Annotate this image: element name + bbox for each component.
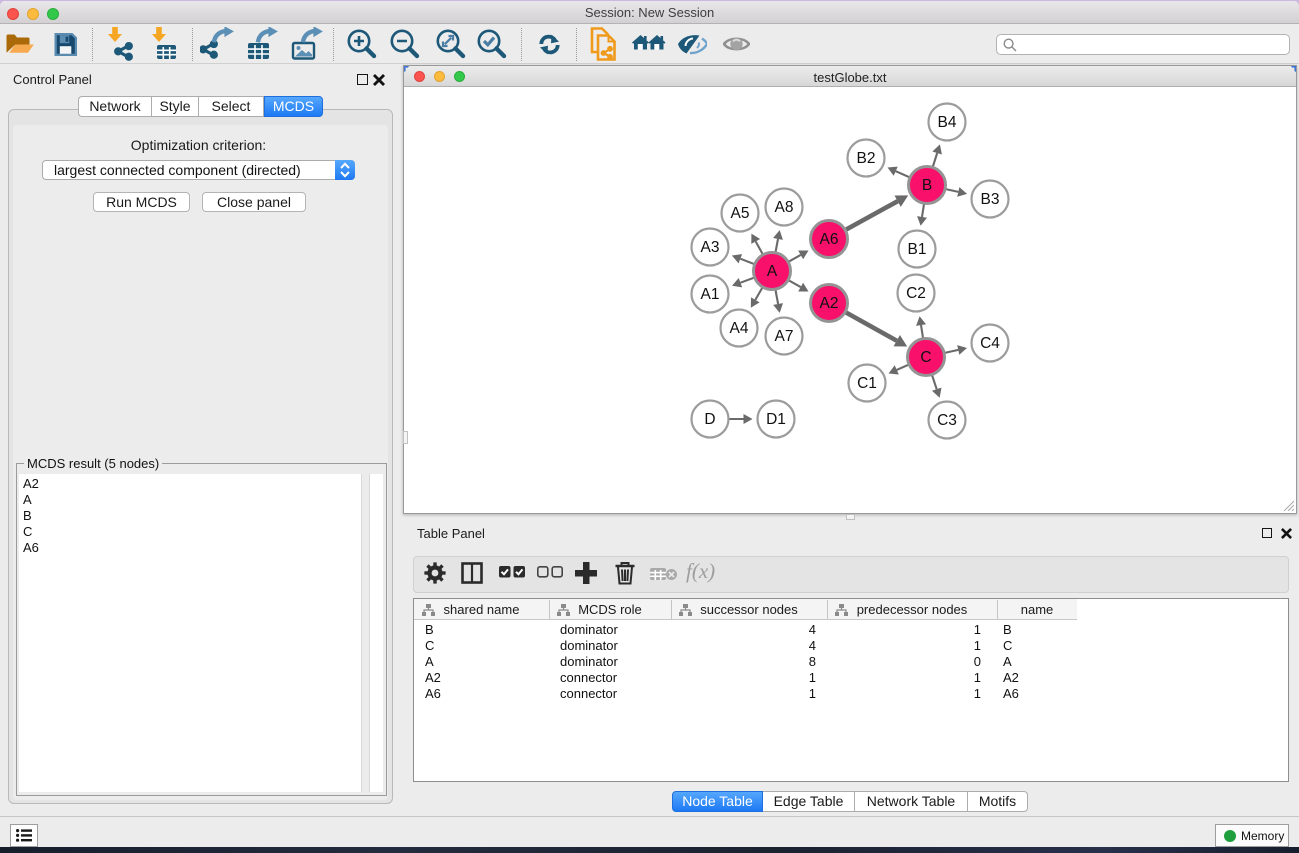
svg-text:A2: A2: [820, 295, 839, 312]
svg-text:D: D: [704, 411, 715, 428]
svg-text:B: B: [922, 177, 932, 194]
svg-text:A3: A3: [701, 239, 720, 256]
svg-text:B2: B2: [857, 150, 876, 167]
svg-text:C: C: [920, 349, 931, 366]
svg-text:A8: A8: [775, 199, 794, 216]
svg-text:C3: C3: [937, 412, 957, 429]
svg-text:B1: B1: [908, 241, 927, 258]
svg-text:C2: C2: [906, 285, 926, 302]
svg-text:C4: C4: [980, 335, 1000, 352]
svg-text:D1: D1: [766, 411, 786, 428]
svg-text:A4: A4: [730, 320, 749, 337]
svg-text:A6: A6: [820, 231, 839, 248]
svg-text:B3: B3: [981, 191, 1000, 208]
svg-text:C1: C1: [857, 375, 877, 392]
svg-text:B4: B4: [938, 114, 957, 131]
svg-text:A5: A5: [731, 205, 750, 222]
svg-text:A7: A7: [775, 328, 794, 345]
svg-text:A: A: [767, 263, 778, 280]
svg-text:A1: A1: [701, 286, 720, 303]
